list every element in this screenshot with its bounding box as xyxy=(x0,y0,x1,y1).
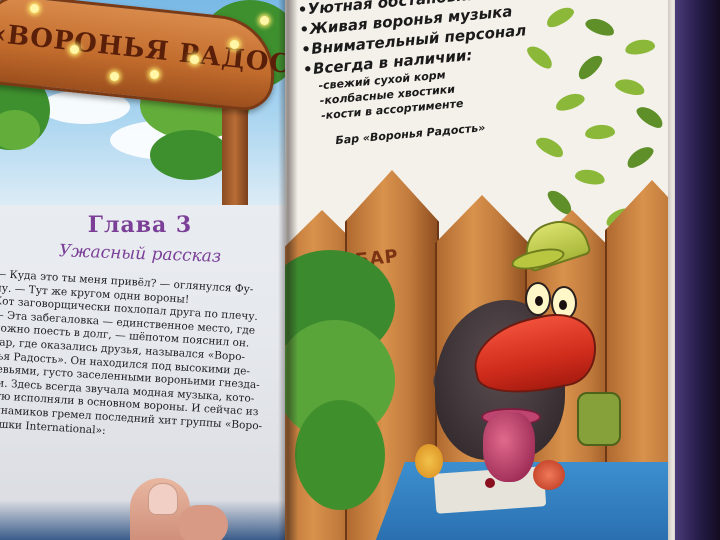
pear xyxy=(415,444,443,478)
right-page: БАР •Уютная обстановка •Живая воронья му… xyxy=(285,0,675,540)
sign-text: «ВОРОНЬЯ РАДОСТЬ» xyxy=(0,18,285,87)
crow-shirt xyxy=(577,392,621,446)
cherry xyxy=(485,478,495,488)
book-cover-edge xyxy=(675,0,720,540)
finger xyxy=(178,505,228,540)
chapter-subtitle: Ужасный рассказ xyxy=(58,241,222,267)
book-gutter xyxy=(278,0,298,540)
apple xyxy=(533,460,565,490)
thumbnail xyxy=(148,483,178,515)
open-book: «ВОРОНЬЯ РАДОСТЬ» Глава 3 Ужасный расска… xyxy=(0,0,720,540)
jug xyxy=(483,412,535,482)
advert-footer: Бар «Воронья Радость» xyxy=(334,121,486,148)
chapter-title: Глава 3 xyxy=(87,212,193,238)
left-illustration: «ВОРОНЬЯ РАДОСТЬ» xyxy=(0,0,285,205)
bar-advert: •Уютная обстановка •Живая воронья музыка… xyxy=(297,0,527,149)
crow-eye xyxy=(525,282,551,316)
story-text: — Куда это ты меня привёл? — оглянулся Ф… xyxy=(0,268,283,448)
left-page: «ВОРОНЬЯ РАДОСТЬ» Глава 3 Ужасный расска… xyxy=(0,0,285,540)
